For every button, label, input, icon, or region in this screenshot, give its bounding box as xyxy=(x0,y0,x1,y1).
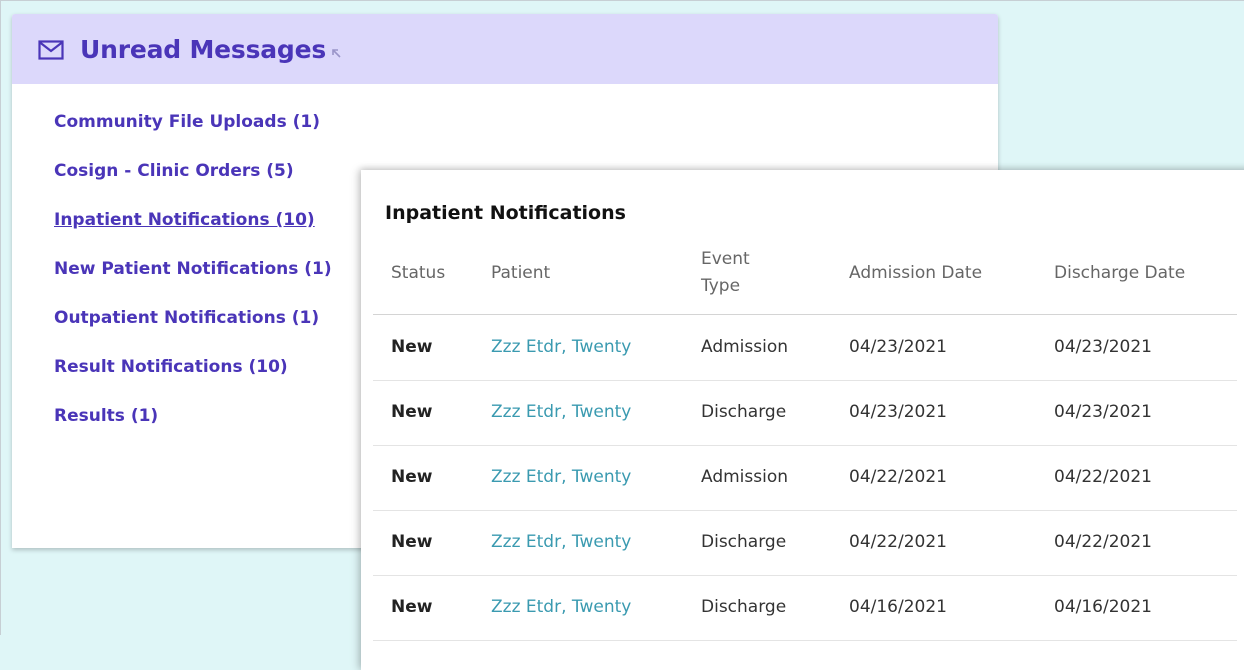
status-cell: New xyxy=(391,597,433,617)
message-item-outpatient-notifications[interactable]: Outpatient Notifications (1) xyxy=(54,308,319,328)
popup-title: Inpatient Notifications xyxy=(385,202,626,224)
inpatient-notifications-popup: Inpatient Notifications Status Patient E… xyxy=(361,170,1244,670)
discharge-date-cell: 04/23/2021 xyxy=(1054,402,1152,422)
message-item-new-patient-notifications[interactable]: New Patient Notifications (1) xyxy=(54,259,332,279)
expand-arrow-icon[interactable] xyxy=(331,48,343,60)
column-header-event-type: Event Type xyxy=(701,246,750,300)
patient-link[interactable]: Zzz Etdr, Twenty xyxy=(491,597,631,617)
message-item-results[interactable]: Results (1) xyxy=(54,406,158,426)
table-row: New Zzz Etdr, Twenty Admission 04/23/202… xyxy=(373,315,1237,381)
column-header-discharge-date: Discharge Date xyxy=(1054,263,1186,283)
table-row: New Zzz Etdr, Twenty Discharge 04/23/202… xyxy=(373,380,1237,446)
column-header-event-type-line1: Event xyxy=(701,249,750,269)
column-header-event-type-line2: Type xyxy=(701,276,741,296)
admission-date-cell: 04/16/2021 xyxy=(849,597,947,617)
table-row: New Zzz Etdr, Twenty Discharge 04/22/202… xyxy=(373,510,1237,576)
status-cell: New xyxy=(391,467,433,487)
admission-date-cell: 04/23/2021 xyxy=(849,402,947,422)
message-item-inpatient-notifications[interactable]: Inpatient Notifications (10) xyxy=(54,210,315,230)
column-header-status: Status xyxy=(391,263,446,283)
event-type-cell: Discharge xyxy=(701,532,787,552)
message-item-community-file-uploads[interactable]: Community File Uploads (1) xyxy=(54,112,320,132)
patient-link[interactable]: Zzz Etdr, Twenty xyxy=(491,467,631,487)
panel-title[interactable]: Unread Messages xyxy=(80,35,326,64)
event-type-cell: Discharge xyxy=(701,402,787,422)
message-item-result-notifications[interactable]: Result Notifications (10) xyxy=(54,357,288,377)
discharge-date-cell: 04/23/2021 xyxy=(1054,337,1152,357)
status-cell: New xyxy=(391,337,433,357)
patient-link[interactable]: Zzz Etdr, Twenty xyxy=(491,532,631,552)
discharge-date-cell: 04/16/2021 xyxy=(1054,597,1152,617)
admission-date-cell: 04/23/2021 xyxy=(849,337,947,357)
discharge-date-cell: 04/22/2021 xyxy=(1054,532,1152,552)
status-cell: New xyxy=(391,532,433,552)
admission-date-cell: 04/22/2021 xyxy=(849,467,947,487)
table-row: New Zzz Etdr, Twenty Admission 04/22/202… xyxy=(373,445,1237,511)
event-type-cell: Admission xyxy=(701,337,789,357)
column-header-patient: Patient xyxy=(491,263,551,283)
envelope-icon xyxy=(38,38,66,62)
patient-link[interactable]: Zzz Etdr, Twenty xyxy=(491,402,631,422)
discharge-date-cell: 04/22/2021 xyxy=(1054,467,1152,487)
event-type-cell: Admission xyxy=(701,467,789,487)
table-row: New Zzz Etdr, Twenty Discharge 04/16/202… xyxy=(373,575,1237,641)
panel-header: Unread Messages xyxy=(12,14,998,84)
status-cell: New xyxy=(391,402,433,422)
event-type-cell: Discharge xyxy=(701,597,787,617)
column-header-admission-date: Admission Date xyxy=(849,263,983,283)
admission-date-cell: 04/22/2021 xyxy=(849,532,947,552)
message-item-cosign-clinic-orders[interactable]: Cosign - Clinic Orders (5) xyxy=(54,161,294,181)
patient-link[interactable]: Zzz Etdr, Twenty xyxy=(491,337,631,357)
